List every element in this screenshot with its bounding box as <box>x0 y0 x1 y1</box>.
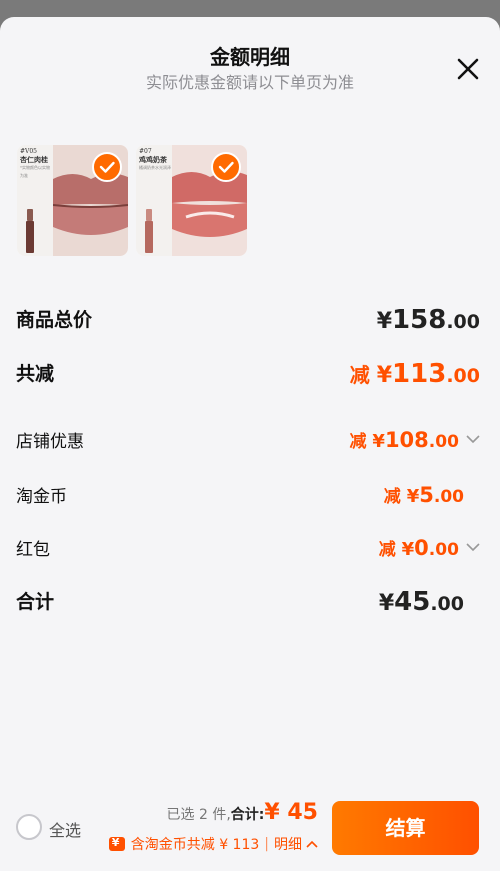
row-value: 减 ¥5.00 <box>383 483 464 507</box>
row-value: 减 ¥108.00 <box>349 427 480 452</box>
select-all-label[interactable]: 全选 <box>49 817 81 841</box>
coupon-icon <box>108 836 125 851</box>
coin-discount-text: 含淘金币共减 ¥ 113 <box>130 837 260 853</box>
selected-check-icon[interactable] <box>92 152 122 182</box>
product-shade-note: *实物颜色以实物为准 <box>20 165 50 178</box>
product-thumbnail[interactable]: #07 鸡鸡奶茶 橘调奶茶水光润泽 <box>136 145 247 256</box>
row-taojinbi: 淘金币 减 ¥5.00 <box>16 482 480 512</box>
lipstick-tube-image <box>26 209 34 253</box>
chevron-down-icon[interactable] <box>466 434 480 444</box>
row-label: 店铺优惠 <box>16 432 84 452</box>
close-icon[interactable] <box>454 55 482 83</box>
chevron-down-icon[interactable] <box>466 542 480 552</box>
row-grand-total: 合计 ¥45.00 <box>16 587 480 617</box>
row-label: 合计 <box>16 591 55 613</box>
row-label: 淘金币 <box>16 487 67 507</box>
row-value: ¥45.00 <box>378 587 464 617</box>
detail-link[interactable]: 明细 <box>274 834 302 854</box>
row-label: 共减 <box>16 363 55 385</box>
row-label: 商品总价 <box>16 309 93 331</box>
row-shop-discount[interactable]: 店铺优惠 减 ¥108.00 <box>16 427 480 457</box>
row-total-discount: 共减 减 ¥113.00 <box>16 359 480 389</box>
selected-count: 已选 2 件, <box>166 807 231 823</box>
product-thumbnail[interactable]: #V05 杏仁肉桂 *实物颜色以实物为准 <box>17 145 128 256</box>
total-value: ¥ 45 <box>264 800 318 825</box>
sheet-title: 金额明细 <box>210 45 290 69</box>
checkout-bar: 全选 已选 2 件,合计:¥ 45 含淘金币共减 ¥ 113 | 明细 结算 <box>0 790 500 871</box>
checkout-button[interactable]: 结算 <box>332 801 479 855</box>
product-thumbnails: #V05 杏仁肉桂 *实物颜色以实物为准 #07 鸡鸡奶茶 橘调奶茶水光润泽 <box>17 145 247 256</box>
row-value: ¥158.00 <box>376 305 480 335</box>
coin-discount-line[interactable]: 含淘金币共减 ¥ 113 | 明细 <box>108 834 318 854</box>
selection-summary: 已选 2 件,合计:¥ 45 <box>167 800 318 825</box>
row-value: 减 ¥0.00 <box>379 535 480 560</box>
row-red-packet[interactable]: 红包 减 ¥0.00 <box>16 535 480 565</box>
product-shade-note: 橘调奶茶水光润泽 <box>139 165 171 170</box>
sheet-subtitle: 实际优惠金额请以下单页为准 <box>145 73 354 92</box>
total-label: 合计: <box>230 807 265 823</box>
amount-detail-sheet: 金额明细 实际优惠金额请以下单页为准 #V05 杏仁肉桂 *实物颜色以实物为准 <box>0 17 500 871</box>
row-label: 红包 <box>16 540 50 560</box>
lipstick-tube-image <box>145 209 153 253</box>
row-value: 减 ¥113.00 <box>349 359 480 389</box>
select-all-radio[interactable] <box>16 814 42 840</box>
product-shade-name: 杏仁肉桂 <box>20 155 48 164</box>
chevron-up-icon[interactable] <box>306 840 318 848</box>
product-shade-name: 鸡鸡奶茶 <box>139 155 167 164</box>
row-subtotal: 商品总价 ¥158.00 <box>16 305 480 335</box>
selected-check-icon[interactable] <box>211 152 241 182</box>
